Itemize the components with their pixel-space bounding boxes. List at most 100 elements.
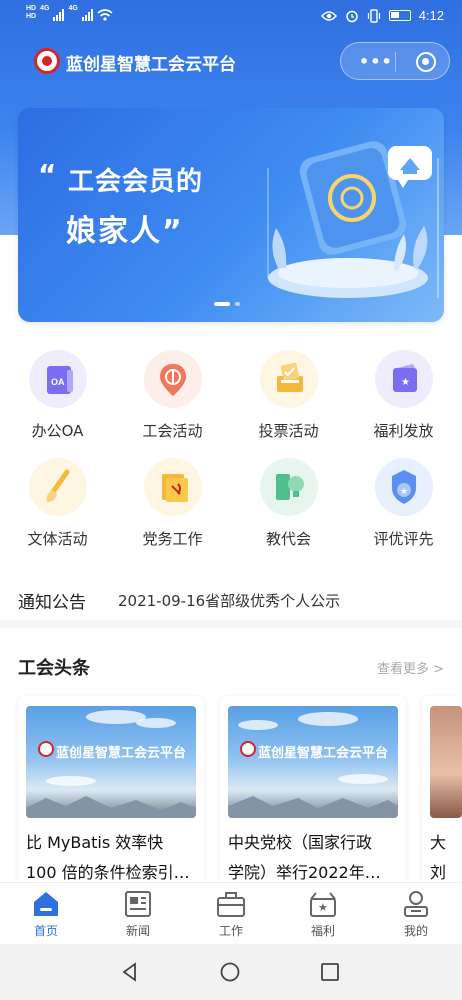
grid-label: 投票活动 <box>258 422 319 440</box>
svg-text:OA: OA <box>51 377 65 387</box>
app-title: 蓝创星智慧工会云平台 <box>66 55 236 75</box>
carousel-indicator <box>214 302 240 306</box>
vibrate-icon <box>367 8 380 23</box>
signal-icon <box>53 9 65 21</box>
union-logo-icon <box>38 741 54 757</box>
grid-label: 福利发放 <box>373 422 434 440</box>
briefcase-icon <box>216 889 246 919</box>
grid-item-oa[interactable]: OA 办公OA <box>0 350 115 441</box>
news-card-image: 蓝创星智慧工会云平台 <box>26 706 196 818</box>
more-dots-icon[interactable]: ••• <box>359 52 393 71</box>
tab-label: 我的 <box>403 924 428 938</box>
status-indicators: 4:12 <box>320 8 444 23</box>
grid-label: 办公OA <box>31 422 84 440</box>
svg-text:★: ★ <box>318 901 328 914</box>
clock: 4:12 <box>418 8 444 23</box>
gift-box-icon: ★ <box>308 889 338 919</box>
user-icon <box>401 889 431 919</box>
notice-title: 通知公告 <box>18 593 86 613</box>
banner-illustration <box>267 141 439 298</box>
grid-item-excellence[interactable]: ★ 评优评先 <box>346 458 461 549</box>
brush-icon <box>28 458 87 516</box>
news-card[interactable]: 蓝创星智慧工会云平台 中央党校（国家行政 学院）举行2022年… <box>220 696 406 886</box>
medal-icon: ★ <box>374 458 433 516</box>
news-card-image-caption: 蓝创星智慧工会云平台 <box>56 746 187 761</box>
tab-home[interactable]: 首页 <box>0 889 92 939</box>
network-type: 4G <box>68 5 78 12</box>
battery-icon <box>388 10 411 21</box>
see-more-link[interactable]: 查看更多 > <box>377 658 444 677</box>
status-bar: HD HD 4G 4G 4:12 <box>0 0 462 34</box>
grid-item-teacher-congress[interactable]: 教代会 <box>231 458 346 549</box>
grid-label: 文体活动 <box>27 530 88 548</box>
capsule-divider <box>395 52 396 72</box>
section-divider <box>0 620 462 628</box>
grid-item-party[interactable]: 党务工作 <box>115 458 230 549</box>
back-icon[interactable] <box>120 962 140 982</box>
mountains-graphic <box>228 796 398 818</box>
carousel-dot-active <box>214 302 230 306</box>
union-logo-icon <box>34 48 60 74</box>
tab-work[interactable]: 工作 <box>185 889 277 939</box>
news-icon <box>123 889 153 919</box>
news-card-image <box>430 706 462 818</box>
grid-item-vote[interactable]: 投票活动 <box>231 350 346 441</box>
home-circle-icon[interactable] <box>220 962 240 982</box>
tab-label: 福利 <box>310 924 335 938</box>
grid-item-culture[interactable]: 文体活动 <box>0 458 115 549</box>
oa-book-icon: OA <box>28 350 87 408</box>
tab-label: 首页 <box>33 924 58 938</box>
tab-mine[interactable]: 我的 <box>370 889 462 939</box>
news-card-title: 中央党校（国家行政 学院）举行2022年… <box>228 828 400 886</box>
banner-line-2: 娘家人” <box>66 214 184 249</box>
tab-label: 工作 <box>218 924 243 938</box>
union-pin-icon <box>143 350 202 408</box>
grid-label: 工会活动 <box>142 422 203 440</box>
hd-indicator: HD <box>26 13 37 20</box>
news-card-title: 比 MyBatis 效率快 100 倍的条件检索引… <box>26 828 198 886</box>
news-card-image: 蓝创星智慧工会云平台 <box>228 706 398 818</box>
news-card[interactable]: 大 刘 <box>422 696 462 886</box>
banner-carousel[interactable]: “ 工会会员的 娘家人” <box>18 108 444 322</box>
wifi-icon <box>97 9 113 21</box>
system-nav-bar <box>0 944 462 1000</box>
bottom-tab-bar: 首页 新闻 工作 ★ 福利 我的 <box>0 882 462 944</box>
grid-label: 党务工作 <box>142 530 203 548</box>
tab-welfare[interactable]: ★ 福利 <box>277 889 369 939</box>
notice-text[interactable]: 2021-09-16省部级优秀个人公示 <box>118 590 340 611</box>
home-icon <box>31 889 61 919</box>
grid-label: 评优评先 <box>373 530 434 548</box>
news-card-title-line: 中央党校（国家行政 <box>228 833 373 852</box>
lightbulb-icon <box>259 458 318 516</box>
close-target-icon[interactable] <box>416 52 436 72</box>
party-flag-icon <box>143 458 202 516</box>
svg-text:★: ★ <box>400 487 408 497</box>
tab-label: 新闻 <box>125 924 150 938</box>
ballot-box-icon <box>259 350 318 408</box>
alarm-icon <box>345 10 358 22</box>
hd-indicator: HD <box>26 5 37 12</box>
news-section-title: 工会头条 <box>18 658 90 679</box>
eye-icon <box>320 10 337 21</box>
news-card[interactable]: 蓝创星智慧工会云平台 比 MyBatis 效率快 100 倍的条件检索引… <box>18 696 204 886</box>
svg-text:★: ★ <box>401 377 410 388</box>
carousel-dot <box>235 302 240 306</box>
news-card-title: 大 刘 <box>430 828 462 886</box>
banner-quote-mark: “ <box>38 158 57 191</box>
union-logo-icon <box>240 741 256 757</box>
news-card-title-line: 大 <box>430 833 447 852</box>
grid-item-welfare[interactable]: ★ 福利发放 <box>346 350 461 441</box>
notice-bar[interactable]: 通知公告 2021-09-16省部级优秀个人公示 <box>0 578 462 620</box>
banner-line-1: 工会会员的 <box>68 167 204 197</box>
signal-icon <box>81 9 93 21</box>
status-signals: HD HD 4G 4G <box>26 5 113 22</box>
news-card-image-caption: 蓝创星智慧工会云平台 <box>258 746 389 761</box>
gift-card-icon: ★ <box>374 350 433 408</box>
tab-news[interactable]: 新闻 <box>92 889 184 939</box>
news-card-title-line: 比 MyBatis 效率快 <box>26 833 164 852</box>
grid-item-union-activity[interactable]: 工会活动 <box>115 350 230 441</box>
network-type: 4G <box>40 5 50 12</box>
recents-square-icon[interactable] <box>320 962 340 982</box>
mountains-graphic <box>26 796 196 818</box>
app-bar: 蓝创星智慧工会云平台 ••• <box>0 40 462 84</box>
